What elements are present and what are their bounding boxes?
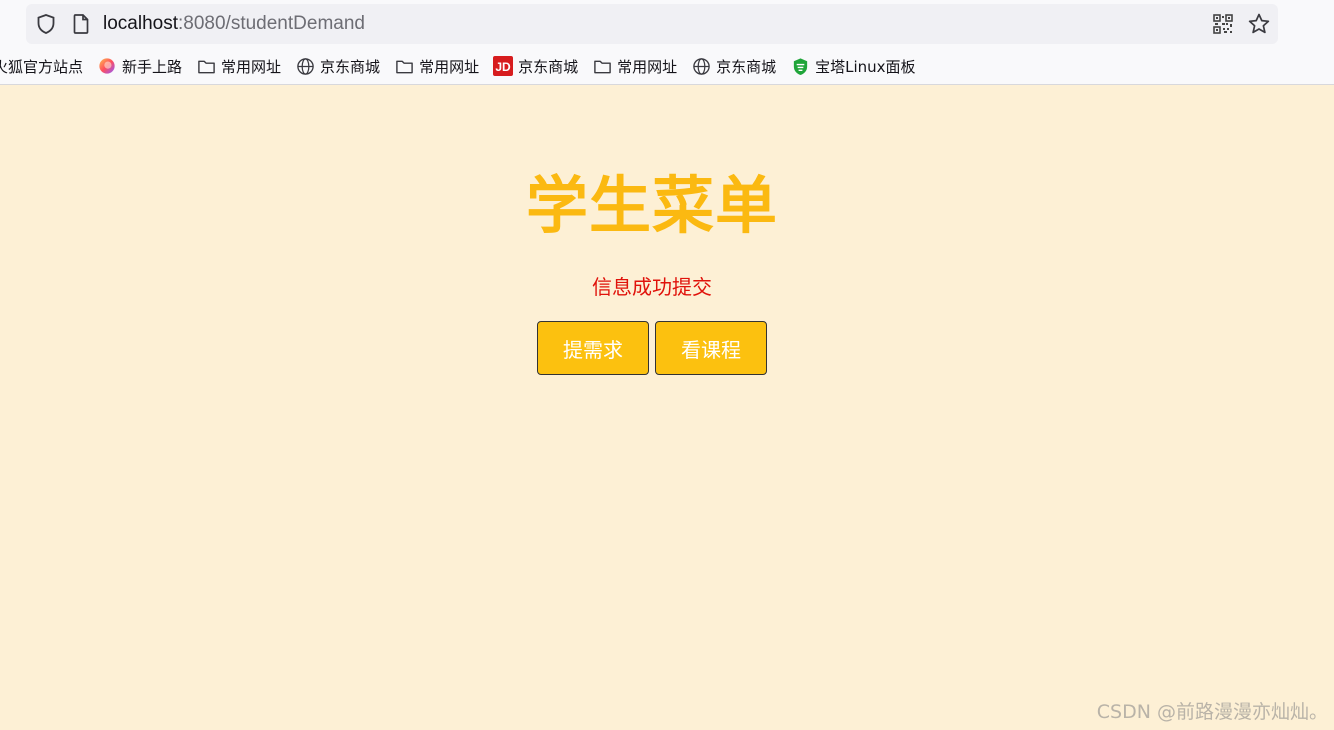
bookmark-baota-linux[interactable]: 宝塔Linux面板 (790, 52, 916, 80)
url-path: :8080/studentDemand (178, 13, 365, 34)
bookmark-jd-2[interactable]: JD 京东商城 (493, 52, 578, 80)
folder-icon (196, 56, 216, 76)
bookmark-getting-started[interactable]: 新手上路 (97, 52, 182, 80)
globe-icon (691, 56, 711, 76)
url-text[interactable]: localhost:8080/studentDemand (103, 13, 365, 35)
globe-icon (295, 56, 315, 76)
bookmark-jd-1[interactable]: 京东商城 (295, 52, 380, 80)
bookmark-folder-common-2[interactable]: 常用网址 (394, 52, 479, 80)
watermark: CSDN @前路漫漫亦灿灿。 (1096, 701, 1328, 723)
page-title: 学生菜单 (525, 169, 778, 242)
bookmark-label: 常用网址 (617, 57, 678, 76)
folder-icon (592, 56, 612, 76)
bookmark-label: 常用网址 (419, 57, 480, 76)
submit-demand-button[interactable]: 提需求 (537, 321, 649, 375)
status-message: 信息成功提交 (592, 275, 712, 299)
baota-icon (790, 56, 810, 76)
bookmark-label: 京东商城 (518, 57, 579, 76)
svg-text:JD: JD (495, 60, 511, 74)
bookmark-firefox-official[interactable]: 火狐官方站点 (0, 52, 83, 80)
browser-toolbar: localhost:8080/studentDemand 火狐官方站点 新手上路… (0, 0, 1334, 85)
bookmark-label: 宝塔Linux面板 (815, 57, 916, 76)
page-icon (71, 13, 91, 35)
shield-icon[interactable] (35, 13, 57, 35)
bookmark-label: 常用网址 (221, 57, 282, 76)
bookmark-jd-3[interactable]: 京东商城 (691, 52, 776, 80)
bookmark-label: 京东商城 (716, 57, 777, 76)
page-content: 学生菜单 信息成功提交 提需求 看课程 CSDN @前路漫漫亦灿灿。 (0, 85, 1334, 730)
folder-icon (394, 56, 414, 76)
firefox-icon (97, 56, 117, 76)
bookmark-label: 新手上路 (122, 57, 183, 76)
address-bar[interactable]: localhost:8080/studentDemand (26, 4, 1278, 44)
bookmarks-bar: 火狐官方站点 新手上路 常用网址 京东商城 常用网址 JD 京东商城 常用网址 … (0, 52, 1334, 80)
jd-icon: JD (493, 56, 514, 76)
view-courses-button[interactable]: 看课程 (655, 321, 767, 375)
bookmark-folder-common-1[interactable]: 常用网址 (196, 52, 281, 80)
url-host: localhost (103, 13, 178, 34)
bookmark-label: 火狐官方站点 (0, 57, 84, 76)
bookmark-folder-common-3[interactable]: 常用网址 (592, 52, 677, 80)
star-icon[interactable] (1247, 12, 1271, 36)
qr-code-icon[interactable] (1213, 14, 1233, 34)
bookmark-label: 京东商城 (320, 57, 381, 76)
